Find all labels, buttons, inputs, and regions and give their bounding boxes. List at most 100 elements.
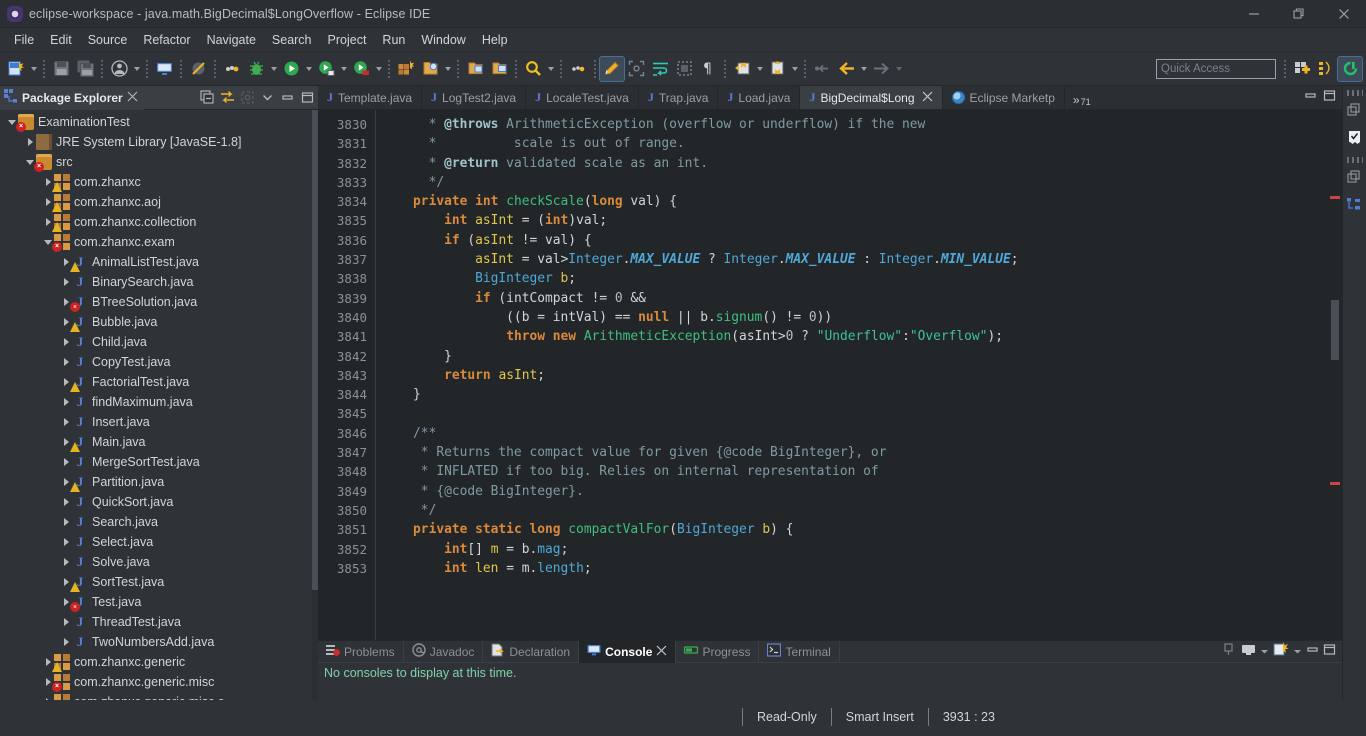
twisty-collapsed-icon[interactable] [60, 572, 72, 592]
tree-item[interactable]: × src [0, 152, 318, 172]
chevron-down-icon[interactable] [303, 57, 314, 81]
java-perspective-icon[interactable] [1314, 57, 1338, 81]
menu-item-file[interactable]: File [6, 30, 42, 50]
toggle-mark-occurrences-icon[interactable] [566, 57, 590, 81]
source-code-text[interactable]: * @throws ArithmeticException (overflow … [376, 110, 1342, 640]
toggle-block-selection-icon[interactable] [672, 57, 696, 81]
close-icon[interactable] [656, 645, 667, 659]
tree-item[interactable]: JfindMaximum.java [0, 392, 318, 412]
twisty-collapsed-icon[interactable] [60, 472, 72, 492]
twisty-collapsed-icon[interactable] [42, 212, 54, 232]
open-type-icon[interactable] [463, 57, 487, 81]
tree-item[interactable]: J BinarySearch.java [0, 272, 318, 292]
maximize-view-icon[interactable] [1323, 643, 1336, 661]
outline-view-icon[interactable] [1347, 197, 1362, 217]
twisty-collapsed-icon[interactable] [42, 692, 54, 700]
twisty-collapsed-icon[interactable] [42, 652, 54, 672]
collapse-all-icon[interactable] [198, 89, 216, 107]
tree-item[interactable]: J FactorialTest.java [0, 372, 318, 392]
twisty-collapsed-icon[interactable] [60, 452, 72, 472]
twisty-collapsed-icon[interactable] [60, 272, 72, 292]
minimize-button[interactable] [1231, 0, 1276, 28]
tree-item[interactable]: J Partition.java [0, 472, 318, 492]
bottom-tab-problems[interactable]: Problems [318, 640, 404, 663]
minimize-view-icon[interactable] [1306, 643, 1319, 661]
bottom-tab-declaration[interactable]: Declaration [483, 640, 580, 663]
tree-item[interactable]: com.zhanxc.collection [0, 212, 318, 232]
package-explorer-tree[interactable]: × ExaminationTest JRE System Library [Java… [0, 110, 318, 700]
twisty-collapsed-icon[interactable] [60, 332, 72, 352]
twisty-collapsed-icon[interactable] [60, 432, 72, 452]
new-wizard-icon[interactable] [4, 57, 28, 81]
quick-access-input[interactable]: Quick Access [1156, 58, 1276, 79]
tree-item[interactable]: J × BTreeSolution.java [0, 292, 318, 312]
menu-item-refactor[interactable]: Refactor [135, 30, 198, 50]
twisty-collapsed-icon[interactable] [60, 492, 72, 512]
new-java-class-icon[interactable] [107, 57, 131, 81]
tree-item[interactable]: J QuickSort.java [0, 492, 318, 512]
tree-item[interactable]: × ExaminationTest [0, 112, 318, 132]
twisty-collapsed-icon[interactable] [60, 412, 72, 432]
last-edit-location-icon[interactable] [810, 57, 834, 81]
tree-item[interactable]: J Insert.java [0, 412, 318, 432]
chevron-down-icon[interactable] [28, 57, 39, 81]
minimize-view-icon[interactable] [278, 89, 296, 107]
chevron-down-icon[interactable] [1293, 643, 1302, 661]
editor-tab-load-java[interactable]: J Load.java [718, 86, 801, 109]
chevron-down-icon[interactable] [442, 57, 453, 81]
chevron-down-icon[interactable] [373, 57, 384, 81]
skip-all-breakpoints-icon[interactable] [186, 57, 210, 81]
tree-item[interactable]: JRE System Library [JavaSE-1.8] [0, 132, 318, 152]
tree-item[interactable]: × com.zhanxc.generic.misc [0, 672, 318, 692]
bottom-tab-terminal[interactable]: Terminal [759, 640, 840, 663]
editor-tab-template-java[interactable]: J Template.java [318, 86, 423, 109]
open-task-icon[interactable] [487, 57, 511, 81]
twisty-collapsed-icon[interactable] [42, 172, 54, 192]
previous-annotation-icon[interactable] [765, 57, 789, 81]
chevron-down-icon[interactable] [338, 57, 349, 81]
tree-item[interactable]: J Solve.java [0, 552, 318, 572]
close-icon[interactable] [922, 91, 933, 105]
menu-item-search[interactable]: Search [264, 30, 320, 50]
task-list-icon[interactable] [1347, 130, 1362, 150]
restore-views-icon[interactable] [1347, 103, 1362, 123]
editor-tab-trap-java[interactable]: J Trap.java [638, 86, 719, 109]
editor-tab-eclipse-marketp[interactable]: Eclipse Marketp [942, 86, 1065, 109]
scrollbar-thumb[interactable] [1331, 300, 1339, 360]
tree-item[interactable]: J Select.java [0, 532, 318, 552]
view-menu-icon[interactable] [258, 89, 276, 107]
new-java-project-icon[interactable] [394, 57, 418, 81]
twisty-collapsed-icon[interactable] [24, 132, 36, 152]
menu-item-source[interactable]: Source [80, 30, 136, 50]
menu-item-window[interactable]: Window [413, 30, 473, 50]
open-console-icon[interactable] [1273, 641, 1289, 662]
external-tools-icon[interactable] [314, 57, 338, 81]
tree-item[interactable]: J SortTest.java [0, 572, 318, 592]
tree-item[interactable]: J Main.java [0, 432, 318, 452]
chevron-down-icon[interactable] [268, 57, 279, 81]
chevron-down-icon[interactable] [789, 57, 800, 81]
twisty-collapsed-icon[interactable] [60, 312, 72, 332]
editor-vertical-scrollbar[interactable] [1328, 110, 1342, 640]
maximize-view-icon[interactable] [298, 89, 316, 107]
bottom-tab-javadoc[interactable]: Javadoc [404, 640, 484, 663]
tree-item[interactable]: J Bubble.java [0, 312, 318, 332]
tree-item[interactable]: J TwoNumbersAdd.java [0, 632, 318, 652]
next-annotation-icon[interactable] [730, 57, 754, 81]
new-package-icon[interactable] [418, 57, 442, 81]
minimize-view-icon[interactable] [1304, 89, 1317, 107]
menu-item-run[interactable]: Run [374, 30, 413, 50]
chevron-down-icon[interactable] [131, 57, 142, 81]
chevron-down-icon[interactable] [545, 57, 556, 81]
back-icon[interactable] [834, 57, 858, 81]
restore-button[interactable] [1276, 0, 1321, 28]
twisty-collapsed-icon[interactable] [60, 252, 72, 272]
coverage-icon[interactable] [349, 57, 373, 81]
tree-item[interactable]: J MergeSortTest.java [0, 452, 318, 472]
package-explorer-tab[interactable]: Package Explorer [0, 85, 144, 110]
run-icon[interactable] [279, 57, 303, 81]
annotation-marker[interactable] [1330, 482, 1340, 485]
focus-icon[interactable] [624, 57, 648, 81]
tree-item[interactable]: ×com.zhanxc.generic.misc.e [0, 692, 318, 700]
twisty-collapsed-icon[interactable] [42, 192, 54, 212]
